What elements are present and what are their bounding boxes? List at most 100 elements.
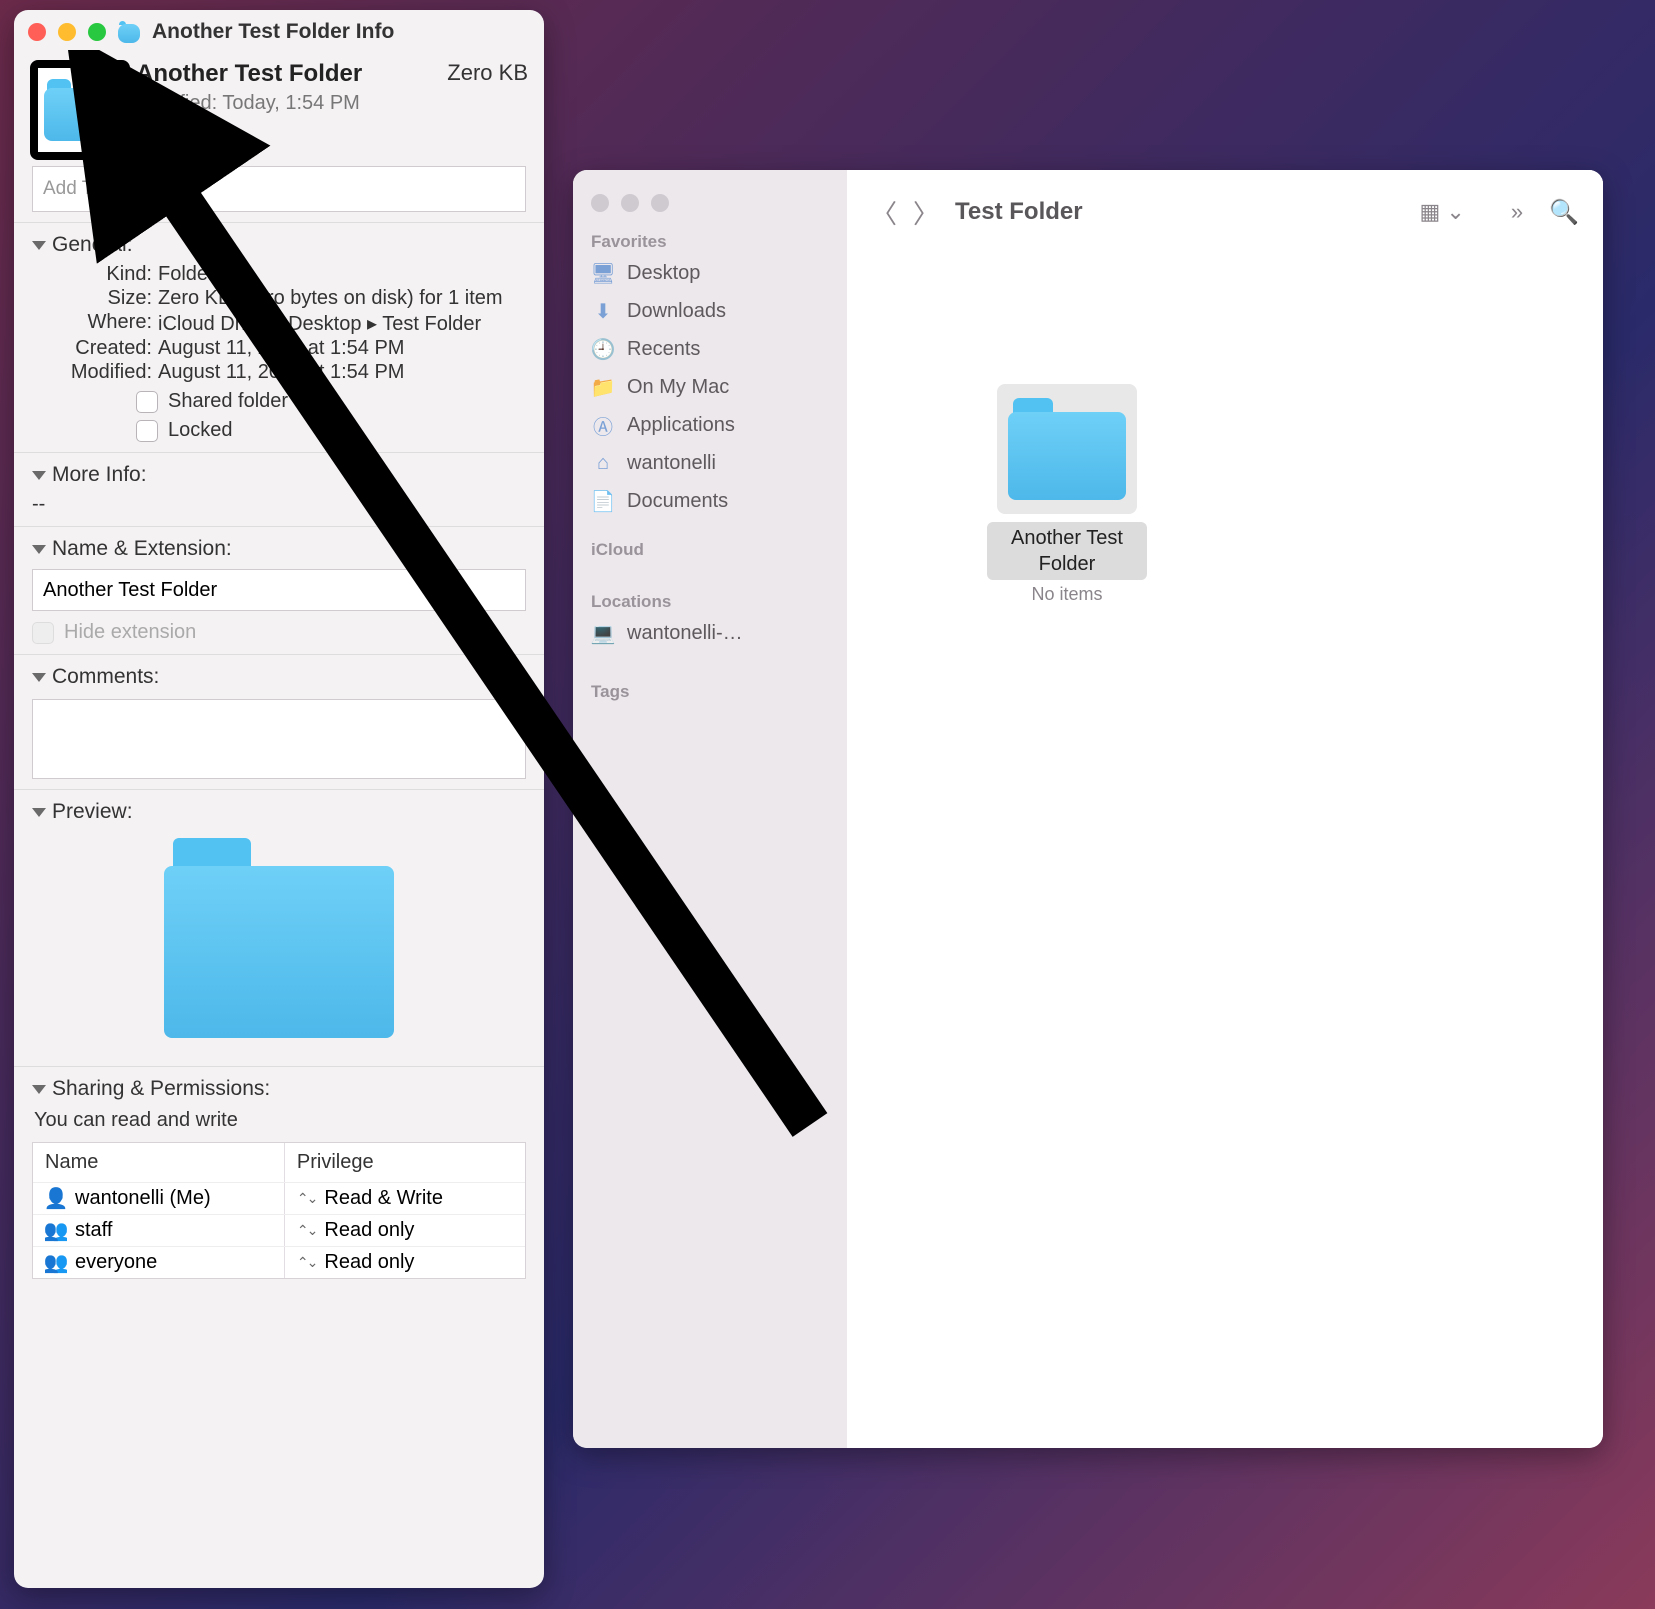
finder-content[interactable]: Another Test Folder No items: [847, 254, 1603, 1448]
hide-extension-label: Hide extension: [64, 621, 196, 644]
sidebar-section-tags: Tags: [573, 676, 847, 704]
sidebar-item-desktop[interactable]: 🖥Desktop: [573, 254, 847, 292]
modified-key: Modified:: [32, 361, 158, 384]
locked-checkbox-row[interactable]: Locked: [136, 419, 526, 442]
modified-value: August 11, 2021 at 1:54 PM: [158, 361, 526, 384]
get-info-window: Another Test Folder Info Another Test Fo…: [14, 10, 544, 1588]
where-key: Where:: [32, 311, 158, 336]
perm-name: wantonelli (Me): [75, 1187, 211, 1210]
section-name-ext-label: Name & Extension:: [52, 537, 232, 561]
sidebar-item-home[interactable]: ⌂wantonelli: [573, 444, 847, 482]
folder-item-label: Another Test Folder: [987, 522, 1147, 580]
info-header: Another Test Folder Modified: Today, 1:5…: [14, 54, 544, 166]
info-folder-name: Another Test Folder: [136, 60, 447, 88]
titlebar-folder-icon: [118, 21, 140, 43]
perm-priv: Read only: [324, 1251, 414, 1274]
home-icon: ⌂: [591, 451, 615, 475]
section-comments-toggle[interactable]: Comments:: [32, 665, 526, 689]
finder-traffic-lights: [573, 178, 847, 226]
tags-input[interactable]: [32, 166, 526, 212]
perm-row[interactable]: 👤 wantonelli (Me) ⌃⌄ Read & Write: [33, 1182, 525, 1214]
info-size: Zero KB: [447, 60, 528, 86]
section-general-toggle[interactable]: General:: [32, 233, 526, 257]
finder-toolbar: 〈 〉 Test Folder ▦ ⌄ » 🔍: [847, 170, 1603, 254]
folder-icon: [44, 79, 116, 141]
disclosure-triangle-icon: [32, 471, 46, 480]
disclosure-triangle-icon: [32, 545, 46, 554]
folder-icon: 📁: [591, 375, 615, 399]
size-key: Size:: [32, 287, 158, 310]
section-preview-label: Preview:: [52, 800, 133, 824]
section-name-ext: Name & Extension: Hide extension: [14, 526, 544, 654]
sidebar-item-recents[interactable]: 🕘Recents: [573, 330, 847, 368]
preview-folder-icon: [164, 838, 394, 1038]
updown-icon: ⌃⌄: [297, 1190, 316, 1207]
sidebar-item-documents[interactable]: 📄Documents: [573, 482, 847, 520]
perm-header-name[interactable]: Name: [33, 1143, 285, 1182]
checkbox-icon: [136, 391, 158, 413]
close-window-button-inactive[interactable]: [591, 194, 609, 212]
group-icon: 👥: [45, 1220, 67, 1242]
section-more-info: More Info: --: [14, 452, 544, 526]
section-preview: Preview:: [14, 789, 544, 1066]
kind-key: Kind:: [32, 263, 158, 286]
section-name-ext-toggle[interactable]: Name & Extension:: [32, 537, 526, 561]
group-icon: 👥: [45, 1252, 67, 1274]
sidebar-item-on-my-mac[interactable]: 📁On My Mac: [573, 368, 847, 406]
finder-sidebar: Favorites 🖥Desktop ⬇Downloads 🕘Recents 📁…: [573, 170, 847, 1448]
close-window-button[interactable]: [28, 23, 46, 41]
applications-icon: Ⓐ: [591, 413, 615, 437]
back-button[interactable]: 〈: [871, 194, 897, 231]
section-more-info-label: More Info:: [52, 463, 147, 487]
more-info-content: --: [32, 493, 526, 516]
search-button[interactable]: 🔍: [1549, 198, 1579, 227]
folder-icon-well[interactable]: [30, 60, 130, 160]
perm-header-privilege[interactable]: Privilege: [285, 1143, 525, 1182]
perm-name: staff: [75, 1219, 112, 1242]
forward-button[interactable]: 〉: [913, 194, 939, 231]
section-general: General: Kind:Folder Size:Zero KB (Zero …: [14, 222, 544, 452]
perm-row[interactable]: 👥 staff ⌃⌄ Read only: [33, 1214, 525, 1246]
updown-icon: ⌃⌄: [297, 1222, 316, 1239]
maximize-window-button-inactive[interactable]: [651, 194, 669, 212]
downloads-icon: ⬇: [591, 299, 615, 323]
section-more-info-toggle[interactable]: More Info:: [32, 463, 526, 487]
perm-priv: Read only: [324, 1219, 414, 1242]
toolbar-overflow-button[interactable]: »: [1511, 199, 1523, 225]
sidebar-item-applications[interactable]: ⒶApplications: [573, 406, 847, 444]
recents-icon: 🕘: [591, 337, 615, 361]
checkbox-icon: [136, 420, 158, 442]
documents-icon: 📄: [591, 489, 615, 513]
where-value: iCloud Drive ▸ Desktop ▸ Test Folder: [158, 311, 526, 336]
updown-icon: ⌃⌄: [297, 1254, 316, 1271]
comments-textarea[interactable]: [32, 699, 526, 779]
finder-main: 〈 〉 Test Folder ▦ ⌄ » 🔍 Another Test Fol…: [847, 170, 1603, 1448]
shared-folder-checkbox-row[interactable]: Shared folder: [136, 390, 526, 413]
checkbox-disabled-icon: [32, 622, 54, 644]
sidebar-section-locations: Locations: [573, 586, 847, 614]
perm-name: everyone: [75, 1251, 157, 1274]
name-extension-input[interactable]: [32, 569, 526, 611]
sidebar-item-downloads[interactable]: ⬇Downloads: [573, 292, 847, 330]
user-icon: 👤: [45, 1188, 67, 1210]
minimize-window-button[interactable]: [58, 23, 76, 41]
section-sharing: Sharing & Permissions: You can read and …: [14, 1066, 544, 1289]
folder-item[interactable]: Another Test Folder No items: [987, 384, 1147, 605]
size-value: Zero KB (Zero bytes on disk) for 1 item: [158, 287, 526, 310]
perm-priv: Read & Write: [324, 1187, 443, 1210]
section-sharing-toggle[interactable]: Sharing & Permissions:: [32, 1077, 526, 1101]
created-key: Created:: [32, 337, 158, 360]
info-titlebar[interactable]: Another Test Folder Info: [14, 10, 544, 54]
sidebar-section-favorites: Favorites: [573, 226, 847, 254]
sidebar-item-location[interactable]: 💻wantonelli-…: [573, 614, 847, 652]
finder-window: Favorites 🖥Desktop ⬇Downloads 🕘Recents 📁…: [573, 170, 1603, 1448]
maximize-window-button[interactable]: [88, 23, 106, 41]
minimize-window-button-inactive[interactable]: [621, 194, 639, 212]
section-preview-toggle[interactable]: Preview:: [32, 800, 526, 824]
perm-row[interactable]: 👥 everyone ⌃⌄ Read only: [33, 1246, 525, 1278]
desktop-icon: 🖥: [591, 261, 615, 285]
view-options-button[interactable]: ▦ ⌄: [1420, 199, 1465, 225]
info-modified-line: Modified: Today, 1:54 PM: [136, 92, 447, 115]
folder-item-subtitle: No items: [987, 584, 1147, 605]
computer-icon: 💻: [591, 621, 615, 645]
